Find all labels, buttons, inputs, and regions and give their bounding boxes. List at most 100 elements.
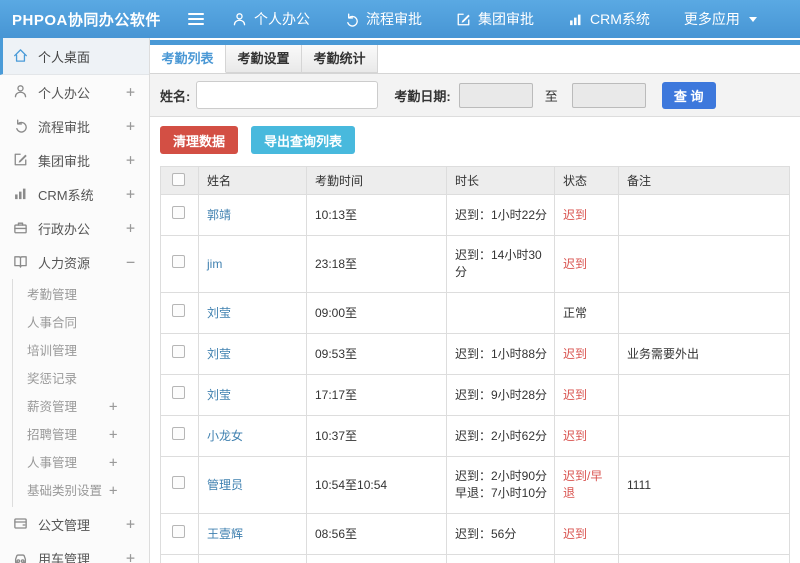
sidebar-item-label: 集团审批 — [38, 153, 91, 169]
sidebar-item-行政办公[interactable]: 行政办公 + — [0, 211, 149, 245]
employee-name-link[interactable]: 小龙女 — [207, 429, 243, 443]
time-cell: 09:00至 — [306, 292, 447, 334]
row-checkbox[interactable] — [172, 386, 185, 399]
expand-icon[interactable]: + — [126, 117, 135, 135]
expand-icon[interactable]: + — [109, 393, 117, 421]
clean-data-button[interactable]: 清理数据 — [160, 126, 239, 154]
collapse-icon[interactable]: − — [126, 253, 135, 271]
chart-icon — [13, 186, 29, 202]
car-icon — [13, 550, 29, 563]
sidebar-subitem-基础类别设置[interactable]: 基础类别设置 + — [13, 477, 149, 505]
sidebar-item-人力资源[interactable]: 人力资源 − — [0, 245, 149, 279]
date-end-input[interactable] — [571, 82, 646, 108]
row-checkbox[interactable] — [172, 525, 185, 538]
sidebar-subitem-label: 奖惩记录 — [27, 372, 78, 386]
name-cell: jim — [198, 235, 307, 293]
top-menu-item-2[interactable]: 集团审批 — [456, 9, 534, 29]
status-cell: 迟到 — [554, 333, 619, 375]
row-select-cell — [160, 333, 199, 375]
name-input[interactable] — [196, 81, 379, 109]
edit-icon — [13, 152, 29, 168]
duration-cell: 迟到：1小时22分 — [446, 194, 555, 236]
duration-line: 迟到：56分 — [455, 526, 517, 541]
table-header-row: 姓名 考勤时间 时长 状态 备注 — [160, 166, 790, 195]
time-cell: 10:54至10:54 — [306, 456, 447, 514]
note-cell — [618, 194, 790, 236]
sidebar-item-用车管理[interactable]: 用车管理 + — [0, 541, 149, 563]
sidebar-item-流程审批[interactable]: 流程审批 + — [0, 109, 149, 143]
note-cell: 1111 — [618, 456, 790, 514]
app-window: PHPOA协同办公软件 个人办公 流程审批 集团审批 CRM系统 更多应用 个人桌面 个人… — [0, 0, 800, 563]
row-checkbox[interactable] — [172, 206, 185, 219]
employee-name-link[interactable]: 刘莹 — [207, 347, 231, 361]
main-panel: 考勤列表 考勤设置 考勤统计 姓名: 考勤日期: 至 查 询 清理数据 导出查询列表… — [150, 38, 800, 563]
sidebar-subitem-薪资管理[interactable]: 薪资管理 + — [13, 393, 149, 421]
duration-cell: 迟到：2小时90分 早退：7小时10分 — [446, 456, 555, 514]
employee-name-link[interactable]: 王壹辉 — [207, 527, 243, 541]
expand-icon[interactable]: + — [126, 151, 135, 169]
row-checkbox[interactable] — [172, 304, 185, 317]
tab-考勤统计[interactable]: 考勤统计 — [302, 45, 378, 73]
employee-name-link[interactable]: jim — [207, 257, 222, 271]
employee-name-link[interactable]: 刘莹 — [207, 388, 231, 402]
expand-icon[interactable]: + — [109, 449, 117, 477]
row-checkbox[interactable] — [172, 345, 185, 358]
select-all-checkbox[interactable] — [172, 172, 185, 186]
expand-icon[interactable]: + — [126, 219, 135, 237]
date-start-input[interactable] — [458, 82, 533, 108]
edit-icon — [456, 12, 471, 27]
employee-name-link[interactable]: 郭靖 — [207, 208, 231, 222]
name-cell: 刘莹 — [198, 333, 307, 375]
sidebar-item-集团审批[interactable]: 集团审批 + — [0, 143, 149, 177]
sidebar-subitem-奖惩记录[interactable]: 奖惩记录 — [13, 365, 149, 393]
column-header-姓名: 姓名 — [198, 166, 307, 195]
row-checkbox[interactable] — [172, 255, 185, 268]
row-checkbox[interactable] — [172, 427, 185, 440]
top-menu-item-3[interactable]: CRM系统 — [568, 9, 650, 29]
sidebar-item-label: 公文管理 — [38, 517, 91, 533]
top-menu-label: 流程审批 — [366, 11, 422, 27]
sidebar-item-个人办公[interactable]: 个人办公 + — [0, 75, 149, 109]
sidebar-item-个人桌面[interactable]: 个人桌面 — [0, 38, 149, 75]
menu-toggle-icon[interactable] — [188, 13, 218, 25]
search-button[interactable]: 查 询 — [661, 81, 716, 109]
table-row: 小龙女 10:37至 迟到：2小时62分 迟到 — [160, 415, 790, 457]
table-row: jim 23:18至 迟到：14小时30分 迟到 — [160, 235, 790, 293]
sidebar-item-crm系统[interactable]: CRM系统 + — [0, 177, 149, 211]
sidebar-subitem-label: 人事管理 — [27, 456, 78, 470]
table-row: 王壹辉 08:56至 迟到：56分 迟到 — [160, 513, 790, 555]
expand-icon[interactable]: + — [126, 185, 135, 203]
tab-考勤设置[interactable]: 考勤设置 — [226, 45, 302, 73]
sidebar-subitem-招聘管理[interactable]: 招聘管理 + — [13, 421, 149, 449]
expand-icon[interactable]: + — [126, 515, 135, 533]
employee-name-link[interactable]: 管理员 — [207, 478, 243, 492]
time-cell: 09:53至 — [306, 333, 447, 375]
export-list-button[interactable]: 导出查询列表 — [251, 126, 356, 154]
top-menu-item-0[interactable]: 个人办公 — [232, 9, 310, 29]
duration-cell: 迟到：2小时62分 — [446, 415, 555, 457]
sidebar-subitem-人事管理[interactable]: 人事管理 + — [13, 449, 149, 477]
sidebar-item-label: 人力资源 — [38, 255, 91, 271]
employee-name-link[interactable]: 刘莹 — [207, 306, 231, 320]
sidebar-item-公文管理[interactable]: 公文管理 + — [0, 507, 149, 541]
sidebar-subitem-人事合同[interactable]: 人事合同 — [13, 309, 149, 337]
top-menu-item-1[interactable]: 流程审批 — [344, 9, 422, 29]
chevron-down-icon — [748, 16, 757, 22]
sidebar-subitem-考勤管理[interactable]: 考勤管理 — [13, 281, 149, 309]
expand-icon[interactable]: + — [109, 477, 117, 505]
row-checkbox[interactable] — [172, 476, 185, 489]
tab-考勤列表[interactable]: 考勤列表 — [150, 45, 226, 73]
sidebar-subitem-培训管理[interactable]: 培训管理 — [13, 337, 149, 365]
status-badge: 迟到 — [563, 428, 588, 443]
sidebar-subitem-label: 考勤管理 — [27, 288, 78, 302]
expand-icon[interactable]: + — [126, 83, 135, 101]
sidebar-subitem-label: 人事合同 — [27, 316, 78, 330]
note-cell: 业务需要外出 — [618, 333, 790, 375]
duration-cell: 迟到：56分 — [446, 513, 555, 555]
name-cell: 刘莹 — [198, 292, 307, 334]
sidebar-submenu-人力资源: 考勤管理 人事合同 培训管理 奖惩记录 薪资管理 + 招聘管理 + 人事管理 + 基础类别设置 + — [12, 279, 149, 507]
expand-icon[interactable]: + — [126, 549, 135, 563]
top-menu-item-4[interactable]: 更多应用 — [684, 9, 757, 29]
table-row: 刘莹 09:53至 迟到：1小时88分 迟到 业务需要外出 — [160, 333, 790, 375]
expand-icon[interactable]: + — [109, 421, 117, 449]
